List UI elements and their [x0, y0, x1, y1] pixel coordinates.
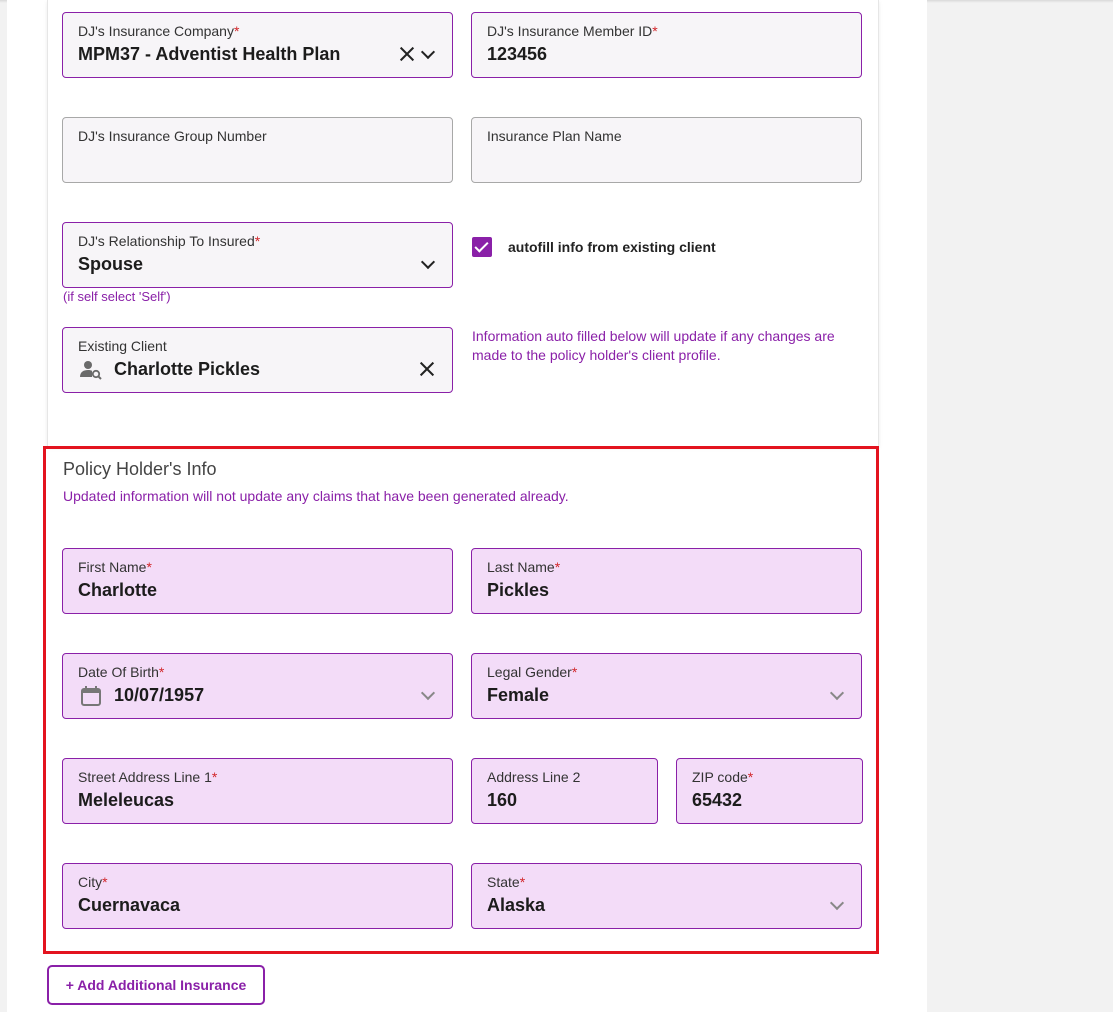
plan-name-label: Insurance Plan Name [487, 128, 622, 144]
member-id-field[interactable]: DJ's Insurance Member ID* 123456 [471, 12, 862, 78]
first-name-field[interactable]: First Name* Charlotte [62, 548, 453, 614]
member-id-label: DJ's Insurance Member ID* [487, 23, 658, 39]
last-name-field[interactable]: Last Name* Pickles [471, 548, 862, 614]
dob-label: Date Of Birth* [78, 664, 165, 680]
chevron-down-icon[interactable] [829, 895, 845, 911]
chevron-down-icon[interactable] [420, 685, 436, 701]
existing-client-label: Existing Client [78, 338, 167, 354]
member-id-value: 123456 [487, 44, 548, 64]
plan-name-field[interactable]: Insurance Plan Name [471, 117, 862, 183]
dob-value: 10/07/1957 [114, 685, 205, 705]
person-search-icon [80, 361, 102, 380]
street-address-field[interactable]: Street Address Line 1* Meleleucas [62, 758, 453, 824]
group-number-field[interactable]: DJ's Insurance Group Number [62, 117, 453, 183]
last-name-value: Pickles [487, 580, 550, 600]
clear-icon[interactable] [419, 361, 435, 377]
group-number-label: DJ's Insurance Group Number [78, 128, 267, 144]
autofill-checkbox[interactable] [472, 237, 492, 257]
chevron-down-icon[interactable] [420, 254, 436, 270]
city-label: City* [78, 874, 108, 890]
gender-label: Legal Gender* [487, 664, 578, 680]
section-title: Policy Holder's Info [63, 459, 217, 479]
street-address-value: Meleleucas [78, 790, 175, 810]
insurance-company-select[interactable]: DJ's Insurance Company* MPM37 - Adventis… [62, 12, 453, 78]
address-line2-value: 160 [487, 790, 518, 810]
street-address-label: Street Address Line 1* [78, 769, 218, 785]
address-line2-label: Address Line 2 [487, 769, 581, 785]
zip-label: ZIP code* [692, 769, 754, 785]
autofill-label[interactable]: autofill info from existing client [508, 239, 716, 255]
zip-field[interactable]: ZIP code* 65432 [676, 758, 863, 824]
city-field[interactable]: City* Cuernavaca [62, 863, 453, 929]
clear-icon[interactable] [399, 46, 415, 62]
add-additional-insurance-button[interactable]: + Add Additional Insurance [47, 965, 265, 1005]
state-value: Alaska [487, 895, 546, 915]
gender-value: Female [487, 685, 550, 705]
relationship-value: Spouse [78, 254, 144, 274]
first-name-label: First Name* [78, 559, 152, 575]
city-value: Cuernavaca [78, 895, 181, 915]
state-select[interactable]: State* Alaska [471, 863, 862, 929]
insurance-company-value: MPM37 - Adventist Health Plan [78, 44, 341, 64]
relationship-label: DJ's Relationship To Insured* [78, 233, 261, 249]
chevron-down-icon[interactable] [420, 44, 436, 60]
calendar-icon[interactable] [81, 686, 101, 706]
dob-field[interactable]: Date Of Birth* 10/07/1957 [62, 653, 453, 719]
gender-select[interactable]: Legal Gender* Female [471, 653, 862, 719]
state-label: State* [487, 874, 526, 890]
existing-client-value: Charlotte Pickles [114, 359, 261, 379]
insurance-company-label: DJ's Insurance Company* [78, 23, 240, 39]
address-line2-field[interactable]: Address Line 2 160 [471, 758, 658, 824]
relationship-hint: (if self select 'Self') [63, 289, 171, 304]
relationship-select[interactable]: DJ's Relationship To Insured* Spouse [62, 222, 453, 288]
last-name-label: Last Name* [487, 559, 561, 575]
section-note: Updated information will not update any … [63, 488, 569, 504]
autofill-info-text: Information auto filled below will updat… [472, 328, 835, 363]
first-name-value: Charlotte [78, 580, 158, 600]
existing-client-field[interactable]: Existing Client Charlotte Pickles [62, 327, 453, 393]
chevron-down-icon[interactable] [829, 685, 845, 701]
zip-value: 65432 [692, 790, 743, 810]
